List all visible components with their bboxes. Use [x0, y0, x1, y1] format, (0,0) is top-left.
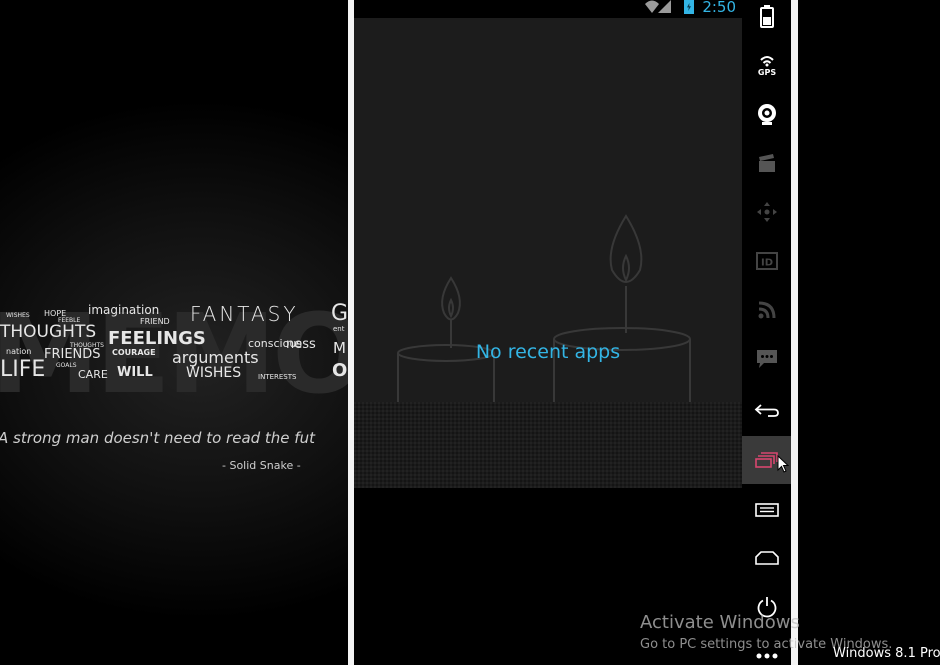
wallpaper-quote: A strong man doesn't need to read the fu… — [0, 429, 315, 447]
wallpaper-word: CARE — [78, 368, 108, 381]
desktop: MEMO imagination FANTASY G WISHES HOPE F… — [0, 0, 940, 665]
camera-button[interactable] — [742, 90, 791, 138]
sms-icon — [756, 350, 777, 368]
dpad-icon — [756, 202, 777, 222]
os-edition-label: Windows 8.1 Pro — [833, 646, 940, 661]
wallpaper-word: nation — [6, 347, 32, 356]
battery-button[interactable] — [742, 0, 791, 40]
home-icon — [754, 551, 779, 565]
desktop-wallpaper: MEMO imagination FANTASY G WISHES HOPE F… — [0, 0, 348, 665]
wallpaper-word: WILL — [117, 365, 153, 380]
mouse-cursor-icon — [777, 455, 789, 473]
wallpaper-word: THOUGHTS — [0, 322, 97, 342]
wallpaper-word: ness — [286, 337, 316, 352]
wallpaper-word: M — [333, 339, 346, 357]
back-button[interactable] — [742, 386, 791, 434]
battery-charging-icon — [684, 0, 694, 14]
clapperboard-icon — [758, 154, 775, 172]
emulator-toolbar: GPS ID — [742, 0, 791, 665]
home-button[interactable] — [742, 534, 791, 582]
gps-icon: GPS — [757, 56, 776, 77]
wallpaper-word: FRIEND — [140, 317, 170, 326]
more-icon — [756, 653, 777, 659]
wallpaper-word: FANTASY — [190, 302, 299, 326]
menu-button[interactable] — [742, 486, 791, 534]
wallpaper-word: LIFE — [0, 357, 46, 382]
wifi-signal-icon — [645, 0, 671, 13]
status-bar: 2:50 — [354, 0, 742, 18]
floor-texture — [354, 402, 742, 488]
wallpaper-word: arguments — [172, 348, 259, 367]
webcam-icon — [757, 104, 776, 125]
recent-apps-panel[interactable]: No recent apps — [354, 18, 742, 488]
activation-watermark-title: Activate Windows — [640, 612, 800, 633]
svg-text:GPS: GPS — [757, 68, 775, 77]
rss-button[interactable] — [742, 286, 791, 334]
wallpaper-word: O — [332, 360, 348, 381]
wallpaper-quote-author: - Solid Snake - — [222, 459, 301, 472]
menu-icon — [754, 503, 779, 517]
device-bezel-right — [791, 0, 798, 665]
no-recent-apps-text: No recent apps — [475, 341, 621, 363]
wallpaper-word: ent — [333, 325, 345, 333]
gps-button[interactable]: GPS — [742, 41, 791, 89]
wallpaper-word: imagination — [88, 303, 160, 317]
rss-icon — [758, 301, 775, 319]
wallpaper-word: G — [331, 301, 348, 326]
status-time: 2:50 — [702, 0, 736, 16]
svg-text:ID: ID — [760, 258, 772, 269]
media-button[interactable] — [742, 139, 791, 187]
sms-button[interactable] — [742, 335, 791, 383]
id-icon: ID — [755, 252, 778, 270]
wallpaper-word: COURAGE — [112, 348, 156, 357]
wallpaper-word: THOUGHTS — [70, 342, 104, 349]
recent-apps-icon — [754, 452, 778, 468]
device-id-button[interactable]: ID — [742, 237, 791, 285]
wallpaper-word: GOALS — [56, 362, 77, 369]
wallpaper-word: FRIENDS — [44, 347, 101, 362]
wallpaper-word: WISHES — [186, 365, 242, 381]
back-icon — [754, 404, 779, 417]
android-screen: 2:50 No recent apps — [354, 0, 742, 665]
battery-icon — [759, 5, 774, 28]
wallpaper-word: INTERESTS — [258, 373, 297, 381]
wallpaper-word: FEELINGS — [108, 328, 206, 349]
dpad-button[interactable] — [742, 188, 791, 236]
wallpaper-word: WISHES — [6, 312, 30, 319]
